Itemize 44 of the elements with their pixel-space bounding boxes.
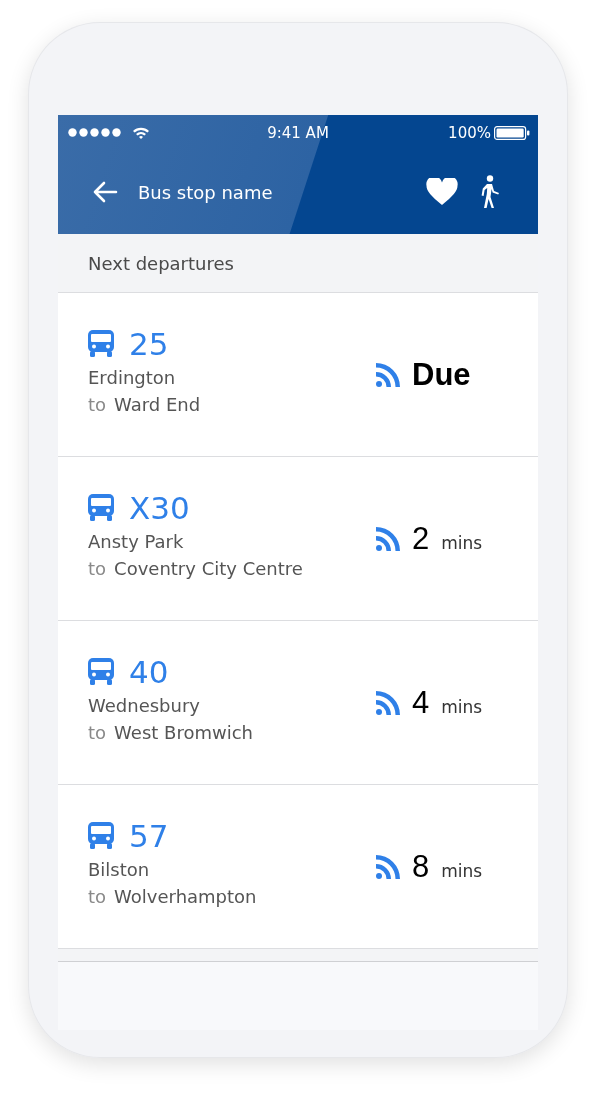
bus-icon [88,822,114,849]
due-text: Due [412,356,471,393]
to-label: to [88,885,107,907]
departure-row[interactable]: 25 Erdington to Ward End Due [58,293,538,457]
route-number: X30 [129,488,190,528]
section-title: Next departures [88,252,234,274]
route-number: 57 [129,816,169,856]
battery-percent: 100% [448,123,491,142]
to-label: to [88,393,107,415]
status-time: 9:41 AM [266,123,330,142]
minutes-value: 8 [412,848,430,885]
live-signal-icon [376,690,400,715]
signal-icon [68,128,122,137]
live-signal-icon [376,362,400,387]
origin-text: Ansty Park [88,530,185,552]
minutes-unit: mins [441,860,483,881]
departure-row[interactable]: 40 Wednesbury to West Bromwich 4 mins [58,621,538,785]
favorite-button[interactable] [426,178,458,206]
destination-text: Ward End [114,393,201,415]
departure-row[interactable]: X30 Ansty Park to Coventry City Centre 2 mins [58,457,538,621]
destination-text: Wolverhampton [114,885,257,907]
origin-text: Wednesbury [88,694,201,716]
origin-text: Erdington [88,366,177,388]
to-label: to [88,721,107,743]
back-button[interactable] [92,181,118,203]
minutes-unit: mins [441,696,483,717]
minutes-value: 4 [412,684,430,721]
wifi-icon [132,125,150,140]
page-title: Bus stop name [138,181,274,203]
bus-icon [88,658,114,685]
minutes-value: 2 [412,520,430,557]
bus-icon [88,330,114,357]
departure-row[interactable]: 57 Bilston to Wolverhampton 8 mins [58,785,538,949]
to-label: to [88,557,107,579]
minutes-unit: mins [441,532,483,553]
route-number: 25 [129,324,169,364]
bus-icon [88,494,114,521]
destination-text: West Bromwich [114,721,253,743]
live-signal-icon [376,854,400,879]
live-signal-icon [376,526,400,551]
route-number: 40 [129,652,169,692]
battery-icon [494,125,530,140]
origin-text: Bilston [88,858,151,880]
destination-text: Coventry City Centre [114,557,303,579]
